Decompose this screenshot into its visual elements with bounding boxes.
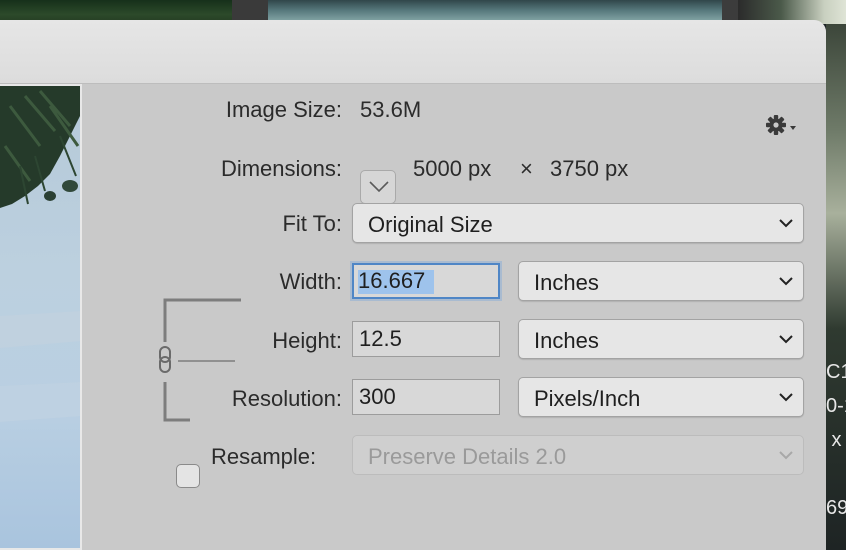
fit-to-select[interactable]: Original Size [352, 203, 804, 243]
resolution-input[interactable] [353, 380, 499, 414]
resolution-field[interactable] [352, 379, 500, 415]
gear-icon [766, 115, 796, 135]
screen: C15 0-1 x 69 Image Size: 53.6M [0, 0, 846, 550]
resample-method-select[interactable]: Preserve Details 2.0 [352, 435, 804, 475]
width-label: Width: [279, 269, 342, 294]
chevron-down-icon [779, 451, 793, 460]
preview-foliage [0, 86, 80, 422]
height-label: Height: [272, 328, 342, 353]
dialog-titlebar[interactable] [0, 20, 826, 84]
width-unit-value: Inches [534, 270, 599, 295]
height-unit-value: Inches [534, 328, 599, 353]
dimensions-unit-toggle[interactable] [360, 170, 396, 204]
chain-link-icon [159, 346, 171, 373]
resolution-unit-value: Pixels/Inch [534, 386, 641, 411]
resolution-unit-select[interactable]: Pixels/Inch [518, 377, 804, 417]
width-field[interactable] [352, 263, 500, 299]
resample-checkbox[interactable] [176, 464, 200, 488]
chevron-down-icon [369, 181, 389, 193]
chevron-down-icon [779, 219, 793, 228]
height-field[interactable] [352, 321, 500, 357]
image-size-label: Image Size: [225, 97, 342, 122]
chevron-down-icon [779, 335, 793, 344]
dimensions-width: 5000 px [413, 156, 492, 181]
fit-to-value: Original Size [368, 212, 493, 237]
image-size-value: 53.6M [360, 97, 422, 122]
dimensions-separator: × [520, 156, 533, 181]
width-unit-select[interactable]: Inches [518, 261, 804, 301]
height-input[interactable] [353, 322, 499, 356]
background-window-text: C15 0-1 x 69 [826, 361, 846, 519]
resample-label: Resample: [211, 444, 317, 469]
height-unit-select[interactable]: Inches [518, 319, 804, 359]
width-input[interactable] [354, 265, 498, 297]
dimensions-height: 3750 px [550, 156, 629, 181]
resample-method-value: Preserve Details 2.0 [368, 444, 567, 469]
chevron-down-icon [779, 277, 793, 286]
chevron-down-icon [779, 393, 793, 402]
image-size-dialog: Image Size: 53.6M Dimensions: 5000 px × … [0, 20, 826, 550]
fit-to-label: Fit To: [282, 211, 342, 236]
settings-menu[interactable] [764, 112, 800, 138]
image-preview[interactable] [0, 84, 82, 550]
dimensions-label: Dimensions: [220, 156, 342, 181]
resolution-label: Resolution: [231, 386, 342, 411]
